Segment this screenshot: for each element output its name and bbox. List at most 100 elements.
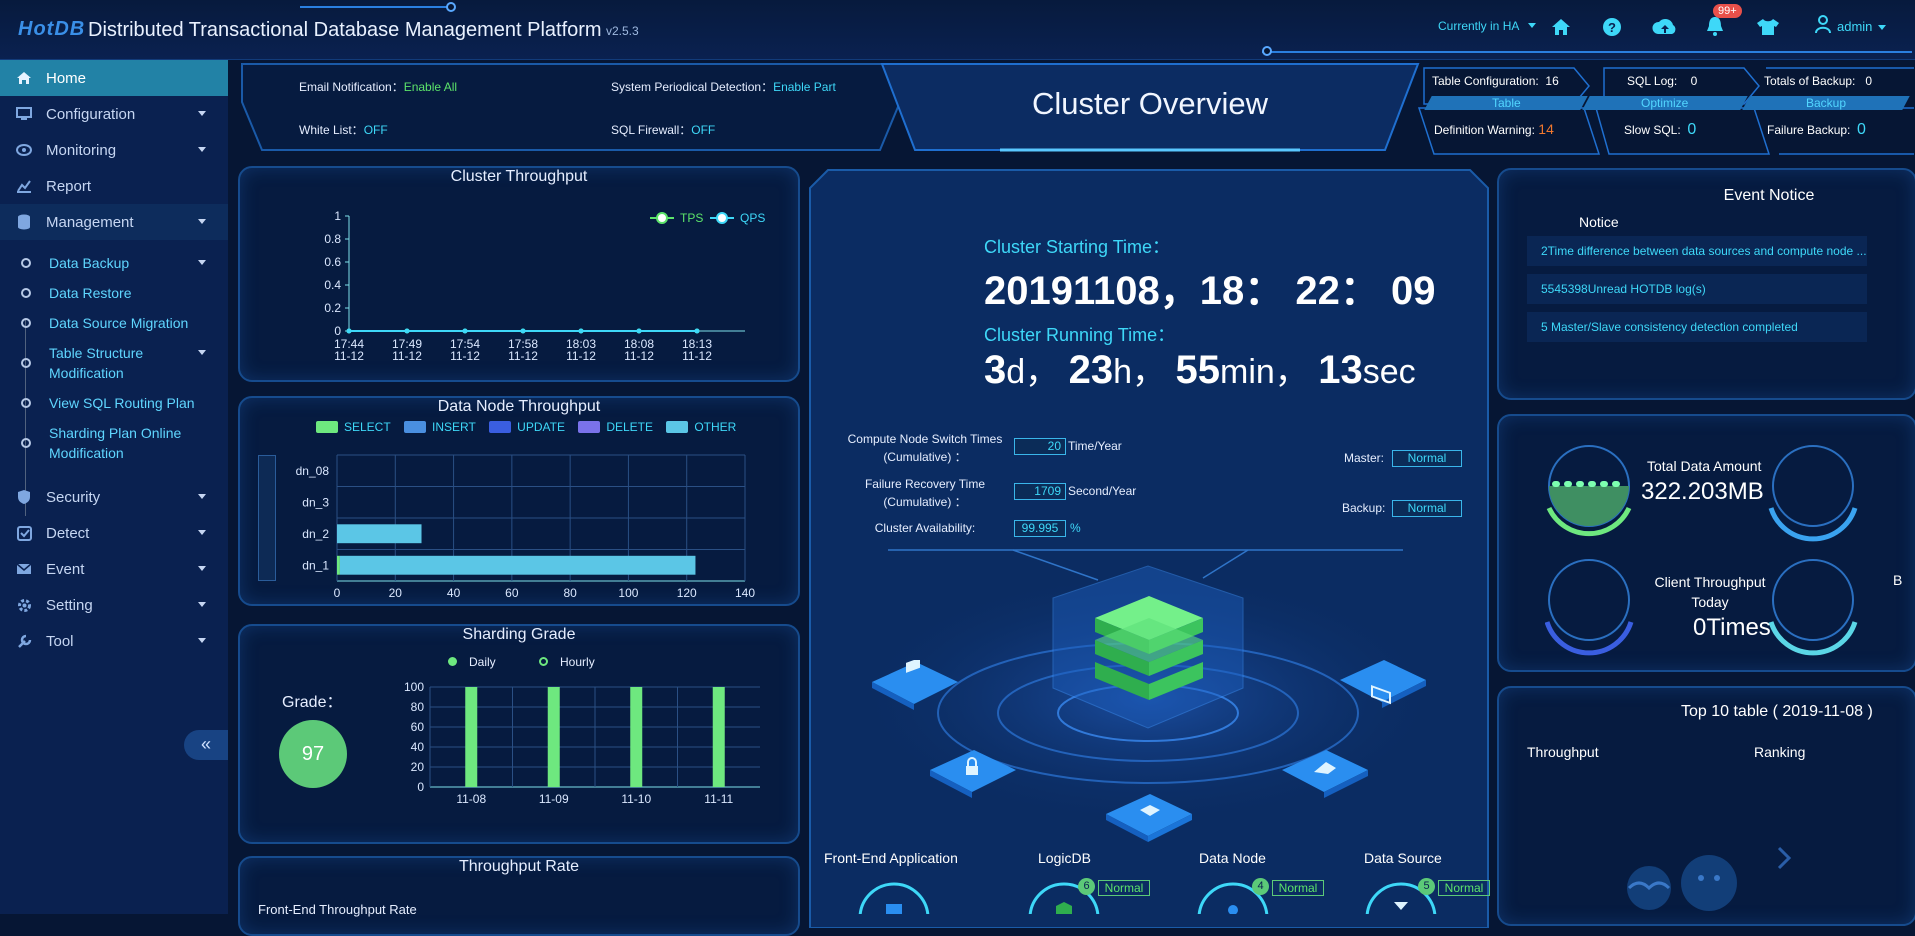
data-point[interactable]: [462, 328, 468, 334]
data-point[interactable]: [404, 328, 410, 334]
legend-insert[interactable]: INSERT: [404, 420, 476, 434]
bar-11-10[interactable]: [630, 687, 643, 787]
table-tag-label: Table: [1491, 96, 1521, 110]
switch-times-label: Compute Node Switch Times (Cumulative) ：: [847, 432, 1003, 464]
data-node-throughput-chart: dn_08 dn_3 dn_2 dn_1 0 20 40 60 80 100 120 140: [296, 454, 755, 600]
slow-sql-stat[interactable]: Slow SQL: 0: [1624, 121, 1696, 139]
collapse-sidebar-button[interactable]: «: [184, 730, 228, 760]
backup-total-stat[interactable]: Totals of Backup: 0: [1764, 74, 1872, 88]
shirt-icon[interactable]: [1756, 18, 1780, 36]
legend-daily[interactable]: Daily: [448, 655, 496, 669]
running-seconds: 13: [1318, 348, 1363, 392]
data-node-status: Normal: [1272, 880, 1324, 896]
notification-button[interactable]: 99+: [1705, 4, 1742, 42]
bar-dn_2-other[interactable]: [337, 524, 422, 544]
sidebar-item-configuration[interactable]: Configuration: [0, 96, 228, 132]
svg-text:?: ?: [1608, 20, 1616, 35]
sidebar-item-management[interactable]: Management: [0, 204, 228, 240]
bell-icon: [1707, 17, 1723, 36]
gear-icon: [16, 597, 32, 613]
cloud-upload-icon[interactable]: [1652, 16, 1678, 38]
mail-icon: [16, 561, 32, 577]
empty-data-illustration: [1627, 846, 1792, 911]
database-icon: [16, 214, 32, 230]
bar-11-11[interactable]: [712, 687, 725, 787]
x-tick-label: 17:58 11-12: [508, 337, 538, 363]
sidebar-item-setting[interactable]: Setting: [0, 587, 228, 623]
logo[interactable]: HotDB: [18, 18, 85, 41]
sidebar-item-event[interactable]: Event: [0, 551, 228, 587]
sql-firewall-label: SQL Firewall：: [611, 123, 692, 137]
help-icon[interactable]: ?: [1602, 17, 1622, 37]
top10-panel: Top 10 table ( 2019-11-08 ) Throughput R…: [1497, 686, 1915, 926]
user-menu[interactable]: admin: [1815, 14, 1887, 34]
bar-dn_1-other[interactable]: [339, 555, 696, 575]
submenu-data-backup[interactable]: Data Backup: [0, 253, 228, 273]
sidebar-item-security[interactable]: Security: [0, 479, 228, 515]
x-tick-label: 17:49 11-12: [392, 337, 422, 363]
sql-log-value: 0: [1690, 74, 1698, 88]
bar-dn_1-select[interactable]: [337, 555, 340, 575]
submenu-data-restore[interactable]: Data Restore: [0, 283, 228, 303]
home-icon[interactable]: [1550, 17, 1572, 37]
master-label: Master:: [1344, 451, 1385, 465]
x-tick-label: 11-08: [456, 792, 486, 806]
chevron-down-icon: [198, 638, 206, 643]
legend-select[interactable]: SELECT: [316, 420, 391, 434]
ha-status-dropdown[interactable]: Currently in HA: [1438, 19, 1537, 33]
data-point[interactable]: [694, 328, 700, 334]
legend-update[interactable]: UPDATE: [489, 420, 565, 434]
submenu-table-structure-modification[interactable]: Table Structure Modification: [0, 343, 228, 383]
monitor-icon: [16, 106, 32, 122]
x-tick-label: 18:03 11-12: [566, 337, 596, 363]
bar-11-09[interactable]: [547, 687, 560, 787]
data-point[interactable]: [578, 328, 584, 334]
data-point[interactable]: [636, 328, 642, 334]
chart-legend: TPS QPS: [650, 211, 765, 225]
legend-other[interactable]: OTHER: [666, 420, 736, 434]
y-tick-label: 100: [404, 680, 424, 694]
legend-swatch: [404, 421, 427, 433]
table-config-stat[interactable]: Table Configuration: 16: [1432, 74, 1559, 88]
bar-11-08[interactable]: [465, 687, 478, 787]
data-point[interactable]: [520, 328, 526, 334]
failure-backup-stat[interactable]: Failure Backup: 0: [1767, 121, 1866, 139]
event-item[interactable]: 2Time difference between data sources an…: [1527, 236, 1867, 266]
legend-delete[interactable]: DELETE: [578, 420, 653, 434]
bird-platform-icon: [1282, 750, 1368, 798]
event-item[interactable]: 5545398Unread HOTDB log(s): [1527, 274, 1867, 304]
backup-status: Normal: [1392, 500, 1462, 517]
status-frame: [241, 63, 901, 151]
sidebar-item-monitoring[interactable]: Monitoring: [0, 132, 228, 168]
vertical-scroll-slider[interactable]: [258, 455, 276, 581]
x-tick-label: 140: [735, 586, 755, 600]
bullet-icon: [21, 438, 31, 448]
submenu-data-source-migration[interactable]: Data Source Migration: [0, 313, 228, 333]
x-tick-label: 120: [677, 586, 697, 600]
bullet-icon: [21, 288, 31, 298]
sidebar: Home Configuration Monitoring Report Man…: [0, 60, 228, 914]
sidebar-item-label: Detect: [46, 524, 90, 542]
availability-label: Cluster Availability:: [874, 521, 976, 535]
data-point[interactable]: [346, 328, 352, 334]
sidebar-item-detect[interactable]: Detect: [0, 515, 228, 551]
failure-backup-label: Failure Backup:: [1767, 123, 1851, 137]
sidebar-item-home[interactable]: Home: [0, 60, 228, 96]
submenu-view-sql-routing-plan[interactable]: View SQL Routing Plan: [0, 393, 228, 413]
backup-total-label: Totals of Backup:: [1764, 74, 1856, 88]
legend-hourly[interactable]: Hourly: [539, 655, 595, 669]
chevron-down-icon: [1878, 24, 1887, 30]
event-item[interactable]: 5 Master/Slave consistency detection com…: [1527, 312, 1867, 342]
header-deco-dot-right: [1262, 46, 1272, 56]
definition-warning-stat[interactable]: Definition Warning: 14: [1434, 121, 1554, 137]
sidebar-item-report[interactable]: Report: [0, 168, 228, 204]
sidebar-item-tool[interactable]: Tool: [0, 623, 228, 659]
sql-log-label: SQL Log:: [1627, 74, 1678, 88]
submenu-sharding-plan-online-modification[interactable]: Sharding Plan Online Modification: [0, 423, 228, 463]
y-tick-label: dn_2: [302, 527, 329, 541]
sidebar-item-label: Management: [46, 213, 134, 231]
legend-swatch: [448, 657, 457, 666]
header-deco-line: [300, 6, 450, 8]
sql-log-stat[interactable]: SQL Log: 0: [1627, 74, 1697, 88]
unit-seconds: sec: [1362, 353, 1416, 391]
